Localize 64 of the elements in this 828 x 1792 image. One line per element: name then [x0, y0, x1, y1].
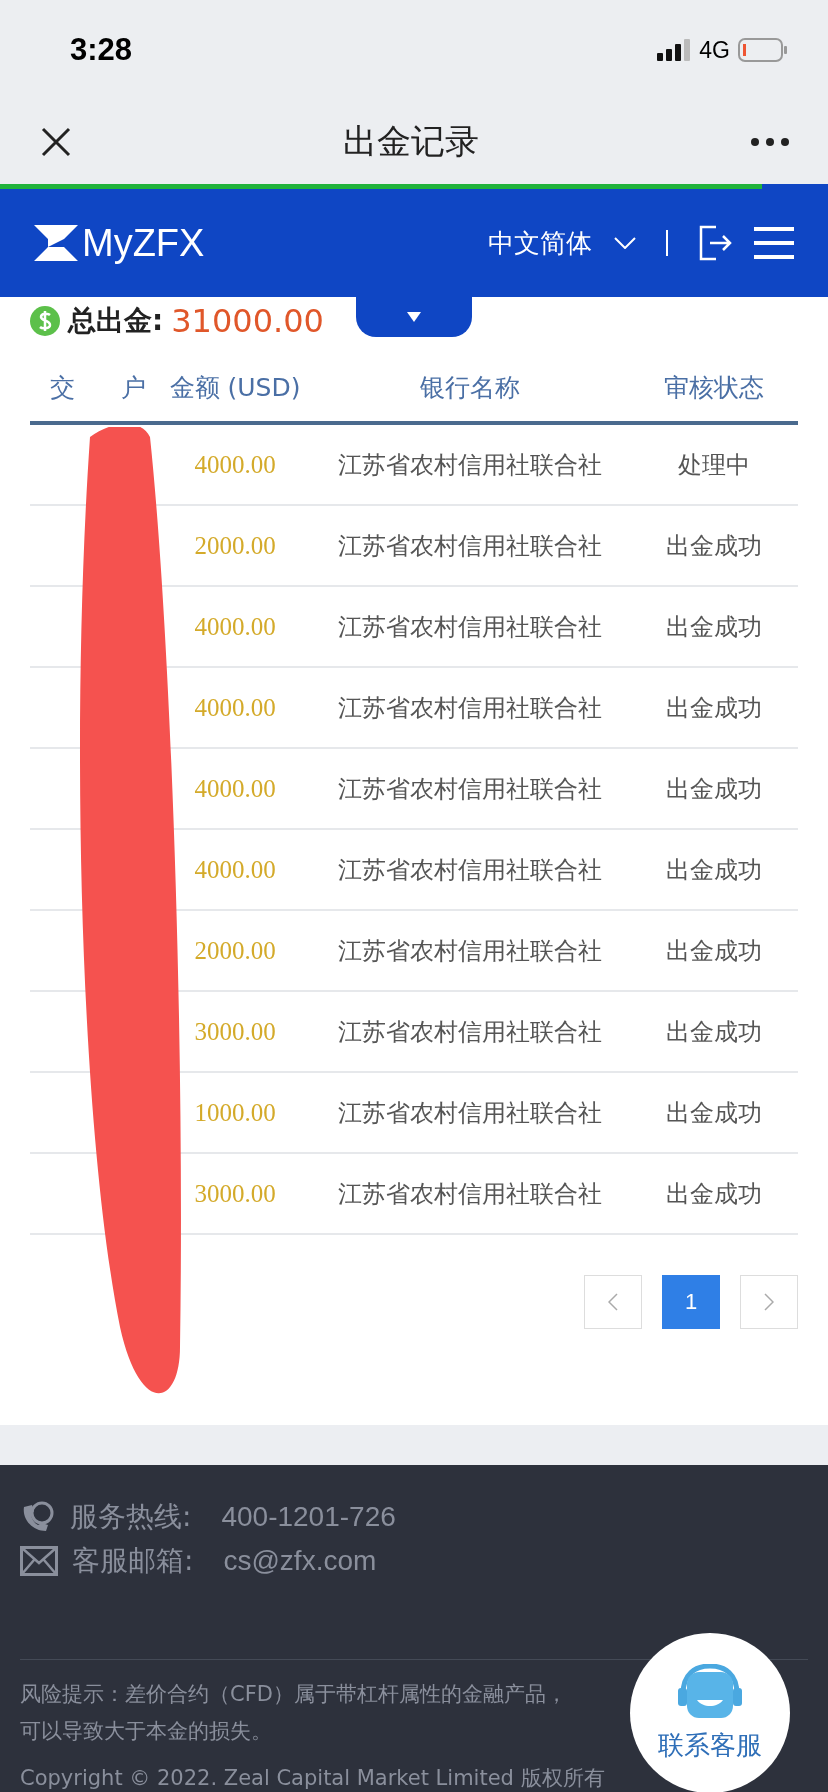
bank-name-cell: 江苏省农村信用社联合社: [338, 531, 602, 560]
amount-cell: 4000.00: [194, 855, 276, 883]
logout-icon[interactable]: [698, 225, 732, 261]
bank-name-cell: 江苏省农村信用社联合社: [338, 693, 602, 722]
amount-cell: 3000.00: [194, 1017, 276, 1045]
page-title: 出金记录: [343, 120, 479, 163]
copyright-text: Copyright © 2022. Zeal Capital Market Limited 版权所有: [20, 1765, 605, 1792]
signal-icon: [657, 39, 692, 61]
column-header: 金额 (USD): [168, 371, 302, 404]
amount-cell: 1000.00: [194, 1098, 276, 1126]
bank-name-cell: 江苏省农村信用社联合社: [338, 612, 602, 641]
menu-icon[interactable]: [754, 227, 794, 259]
bank-name-cell: 江苏省农村信用社联合社: [338, 774, 602, 803]
status-cell: 出金成功: [666, 531, 762, 560]
hotline-label: 服务热线:: [70, 1499, 192, 1535]
amount-cell: 4000.00: [194, 774, 276, 802]
amount-cell: 4000.00: [194, 612, 276, 640]
status-cell: 出金成功: [666, 855, 762, 884]
chevron-right-icon: [764, 1293, 774, 1311]
caret-down-icon: [407, 312, 421, 322]
amount-cell: 2000.00: [194, 936, 276, 964]
bank-name-cell: 江苏省农村信用社联合社: [338, 1017, 602, 1046]
status-cell: 出金成功: [666, 1098, 762, 1127]
hotline-number: 400-1201-726: [221, 1501, 396, 1533]
dollar-coin-icon: [30, 306, 60, 336]
column-header: 银行名称: [419, 371, 521, 404]
bank-name-cell: 江苏省农村信用社联合社: [338, 936, 602, 965]
chevron-left-icon: [608, 1293, 618, 1311]
amount-cell: 4000.00: [194, 450, 276, 478]
logo-icon: [34, 225, 78, 261]
bank-name-cell: 江苏省农村信用社联合社: [338, 1098, 602, 1127]
column-header: 交: [50, 371, 75, 404]
battery-icon: [738, 38, 788, 62]
bank-name-cell: 江苏省农村信用社联合社: [338, 855, 602, 884]
column-header: 审核状态: [663, 371, 765, 404]
risk-warning: 风险提示：差价合约（CFD）属于带杠杆属性的金融产品， 可以导致大于本金的损失。: [20, 1681, 568, 1745]
language-dropdown[interactable]: 中文简体: [488, 225, 636, 261]
chevron-down-icon: [614, 237, 636, 249]
status-time: 3:28: [70, 32, 133, 68]
contact-support-button[interactable]: 联系客服: [630, 1633, 790, 1792]
status-cell: 出金成功: [666, 693, 762, 722]
status-cell: 出金成功: [666, 612, 762, 641]
mail-icon: [20, 1546, 58, 1576]
more-icon[interactable]: [750, 137, 790, 147]
email-label: 客服邮箱:: [72, 1543, 194, 1579]
network-label: 4G: [699, 36, 730, 64]
total-withdrawal-amount: 31000.00: [171, 302, 324, 340]
pull-down-tab[interactable]: [356, 297, 472, 337]
status-cell: 出金成功: [666, 1017, 762, 1046]
amount-cell: 3000.00: [194, 1179, 276, 1207]
column-header: 户: [121, 371, 146, 404]
bank-name-cell: 江苏省农村信用社联合社: [338, 1179, 602, 1208]
page-button[interactable]: 1: [662, 1275, 720, 1329]
logo-text: MyZFX: [82, 221, 205, 265]
status-cell: 出金成功: [666, 936, 762, 965]
total-withdrawal-label: 总出金:: [68, 303, 164, 339]
status-cell: 出金成功: [666, 1179, 762, 1208]
status-cell: 处理中: [678, 450, 750, 479]
status-cell: 出金成功: [666, 774, 762, 803]
email-address: cs@zfx.com: [223, 1545, 377, 1577]
close-icon[interactable]: [40, 126, 72, 158]
amount-cell: 2000.00: [194, 531, 276, 559]
bank-name-cell: 江苏省农村信用社联合社: [338, 450, 602, 479]
amount-cell: 4000.00: [194, 693, 276, 721]
